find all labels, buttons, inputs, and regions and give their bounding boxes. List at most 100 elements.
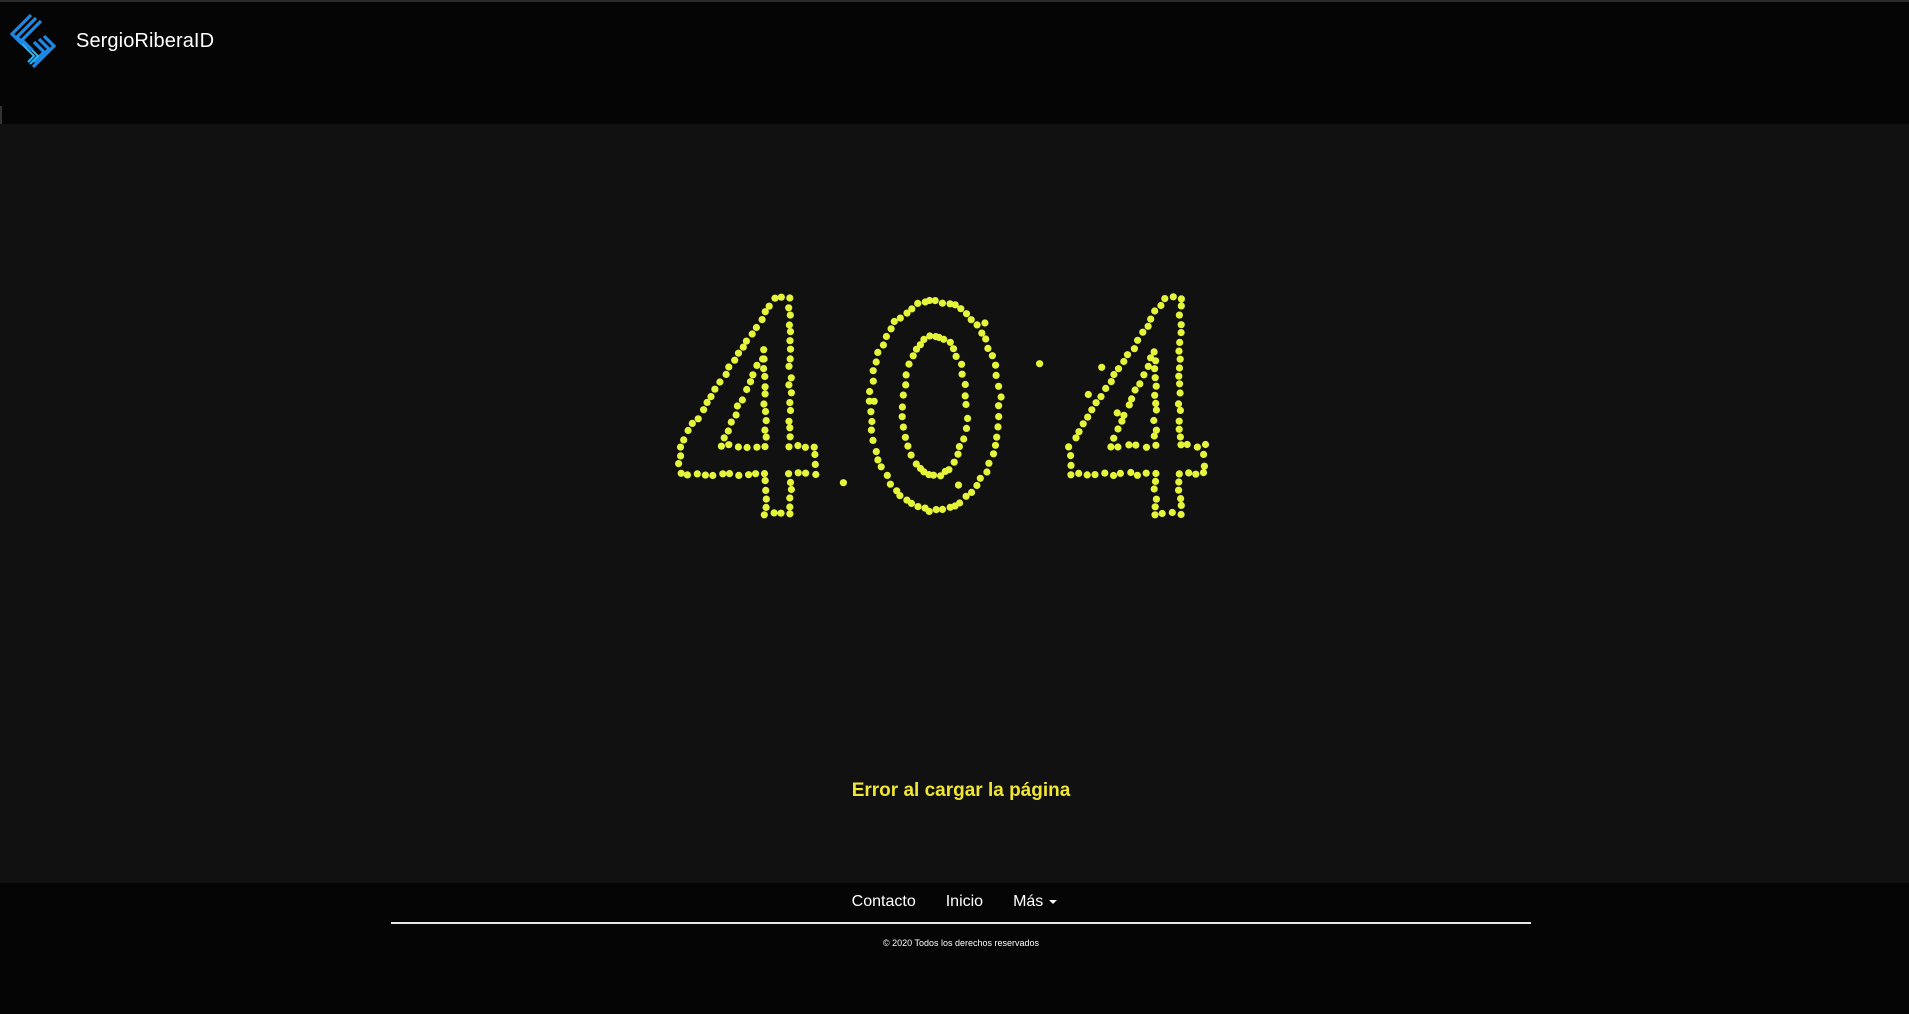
digit-dot bbox=[962, 400, 970, 409]
brand-home-link[interactable]: SergioRiberaID bbox=[8, 12, 214, 76]
digit-dot bbox=[701, 471, 710, 479]
digit-dot bbox=[785, 321, 794, 329]
digit-dot bbox=[1193, 443, 1201, 451]
digit-dot bbox=[962, 424, 971, 432]
digit-dot bbox=[981, 319, 989, 327]
digit-dot bbox=[1140, 371, 1148, 379]
digit-dot bbox=[786, 478, 795, 486]
digit-dot bbox=[786, 311, 794, 319]
digit-dot bbox=[961, 380, 969, 389]
footer-link-inicio[interactable]: Inicio bbox=[946, 893, 983, 911]
digit-dot bbox=[964, 414, 972, 422]
digit-dot bbox=[1200, 450, 1208, 458]
digit-dot bbox=[1067, 452, 1075, 460]
digit-dot bbox=[738, 396, 747, 404]
digit-dot bbox=[938, 505, 947, 513]
digit-dot bbox=[688, 419, 696, 427]
footer-link-mas-dropdown[interactable]: Más bbox=[1013, 893, 1058, 911]
digit-dot bbox=[1177, 329, 1185, 337]
digit-dot bbox=[1192, 470, 1200, 478]
digit-dot bbox=[810, 443, 818, 451]
digit-dot bbox=[992, 371, 1000, 379]
digit-dot bbox=[1177, 501, 1185, 509]
digit-dot bbox=[1152, 469, 1160, 478]
digit-dot bbox=[762, 433, 770, 441]
digit-dot bbox=[905, 360, 913, 368]
digit-dot bbox=[760, 400, 768, 408]
digit-dot bbox=[762, 486, 770, 494]
digit-dot bbox=[1110, 370, 1118, 379]
digit-dot bbox=[731, 356, 739, 364]
digit-dot bbox=[1176, 380, 1184, 388]
digit-dot bbox=[785, 362, 793, 370]
main-content: Error al cargar la página bbox=[0, 124, 1909, 883]
digit-dot bbox=[874, 348, 882, 356]
digit-dot bbox=[1174, 400, 1183, 408]
digit-dot bbox=[1065, 443, 1073, 451]
digit-dot bbox=[684, 426, 692, 435]
digit-dot bbox=[967, 316, 975, 324]
digit-dot bbox=[1107, 378, 1115, 386]
digit-dot bbox=[676, 443, 685, 451]
digit-dot bbox=[753, 443, 761, 451]
digit-dot bbox=[811, 460, 819, 468]
digit-dot bbox=[921, 504, 929, 512]
footer-link-mas-label: Más bbox=[1013, 893, 1044, 910]
digit-dot bbox=[1150, 432, 1158, 440]
digit-dot bbox=[899, 391, 907, 399]
digit-dot bbox=[995, 382, 1003, 390]
digit-dot bbox=[722, 370, 730, 378]
digit-dot bbox=[989, 450, 998, 458]
digit-dot bbox=[1152, 495, 1160, 503]
digit-dot bbox=[954, 450, 962, 458]
digit-dot bbox=[812, 470, 820, 479]
digit-dot bbox=[1110, 434, 1118, 442]
caret-down-icon bbox=[1049, 899, 1058, 904]
digit-dot bbox=[1152, 382, 1160, 390]
digit-dot bbox=[991, 441, 1000, 449]
digit-dot bbox=[887, 325, 895, 333]
digit-dot bbox=[811, 450, 819, 459]
digit-dot bbox=[898, 413, 906, 421]
footer-divider bbox=[391, 922, 1531, 924]
digit-dot bbox=[694, 415, 702, 423]
digit-dot bbox=[1116, 469, 1124, 477]
digit-dot bbox=[746, 378, 755, 386]
digit-dot bbox=[707, 393, 715, 401]
digit-dot bbox=[753, 361, 761, 369]
digit-dot bbox=[899, 423, 908, 431]
digit-dot bbox=[1183, 440, 1191, 449]
sr-diamond-logo-icon bbox=[9, 13, 57, 69]
digit-dot bbox=[786, 433, 794, 441]
digit-dot bbox=[992, 361, 1000, 369]
digit-dot bbox=[720, 434, 728, 442]
digit-dot bbox=[786, 406, 795, 415]
digit-dot bbox=[867, 408, 875, 416]
digit-dot bbox=[1092, 399, 1100, 407]
digit-dot bbox=[1083, 471, 1091, 479]
digit-dot bbox=[938, 299, 947, 307]
digit-dot bbox=[785, 417, 793, 425]
digit-dot bbox=[761, 390, 769, 398]
error-code-404-dots bbox=[675, 293, 1210, 519]
digit-dot bbox=[693, 470, 701, 478]
digit-dot bbox=[734, 443, 743, 451]
digit-dot bbox=[1107, 443, 1115, 451]
digit-dot bbox=[1150, 485, 1158, 493]
error-code-digits bbox=[675, 293, 1210, 519]
footer-link-contacto[interactable]: Contacto bbox=[852, 893, 916, 911]
digit-dot bbox=[839, 479, 848, 487]
digit-dot bbox=[787, 389, 796, 397]
digit-dot bbox=[794, 469, 802, 477]
digit-dot bbox=[1176, 338, 1184, 346]
digit-dot bbox=[902, 381, 910, 389]
digit-dot bbox=[785, 443, 793, 451]
digit-dot bbox=[872, 358, 880, 366]
digit-dot bbox=[973, 321, 981, 329]
site-footer: Contacto Inicio Más © 2020 Todos los der… bbox=[0, 883, 1909, 1014]
copyright-text: © 2020 Todos los derechos reservados bbox=[882, 938, 1040, 948]
digit-dot bbox=[1128, 395, 1136, 403]
digit-dot bbox=[950, 458, 958, 466]
digit-dot bbox=[1176, 433, 1184, 441]
digit-dot bbox=[1142, 469, 1150, 477]
